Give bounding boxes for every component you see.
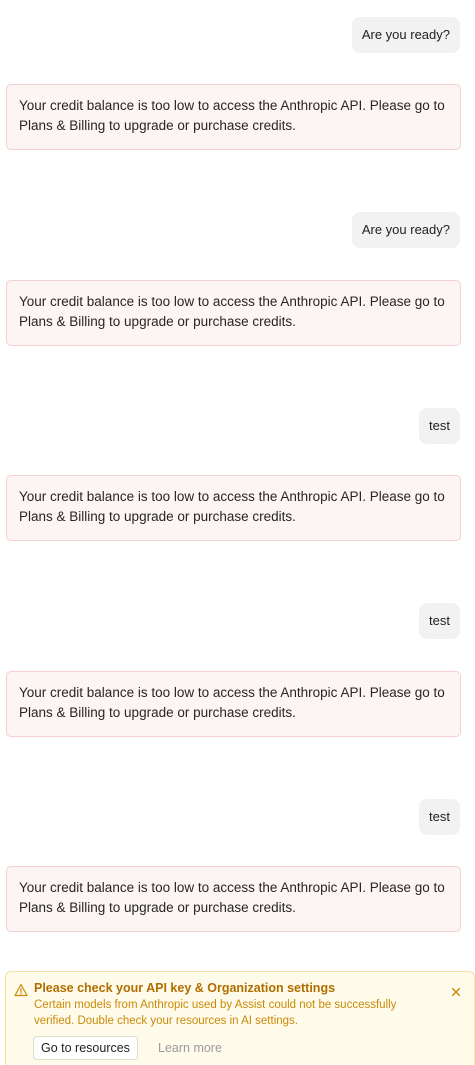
- error-message: Your credit balance is too low to access…: [6, 671, 461, 737]
- user-message: test: [419, 408, 460, 444]
- error-message: Your credit balance is too low to access…: [6, 84, 461, 150]
- banner-title: Please check your API key & Organization…: [34, 981, 336, 995]
- warning-triangle-icon: [14, 983, 28, 997]
- user-message: Are you ready?: [351, 17, 460, 53]
- user-message: test: [419, 603, 460, 639]
- error-message: Your credit balance is too low to access…: [6, 866, 461, 932]
- go-to-resources-button[interactable]: Go to resources: [33, 1036, 138, 1060]
- user-message: Are you ready?: [351, 212, 460, 248]
- close-icon[interactable]: [450, 985, 462, 997]
- banner-message: Certain models from Anthropic used by As…: [34, 999, 397, 1027]
- learn-more-link[interactable]: Learn more: [158, 1041, 222, 1055]
- error-message: Your credit balance is too low to access…: [6, 280, 461, 346]
- api-key-warning-banner: Please check your API key & Organization…: [5, 971, 475, 1065]
- error-message: Your credit balance is too low to access…: [6, 475, 461, 541]
- user-message: test: [419, 799, 460, 835]
